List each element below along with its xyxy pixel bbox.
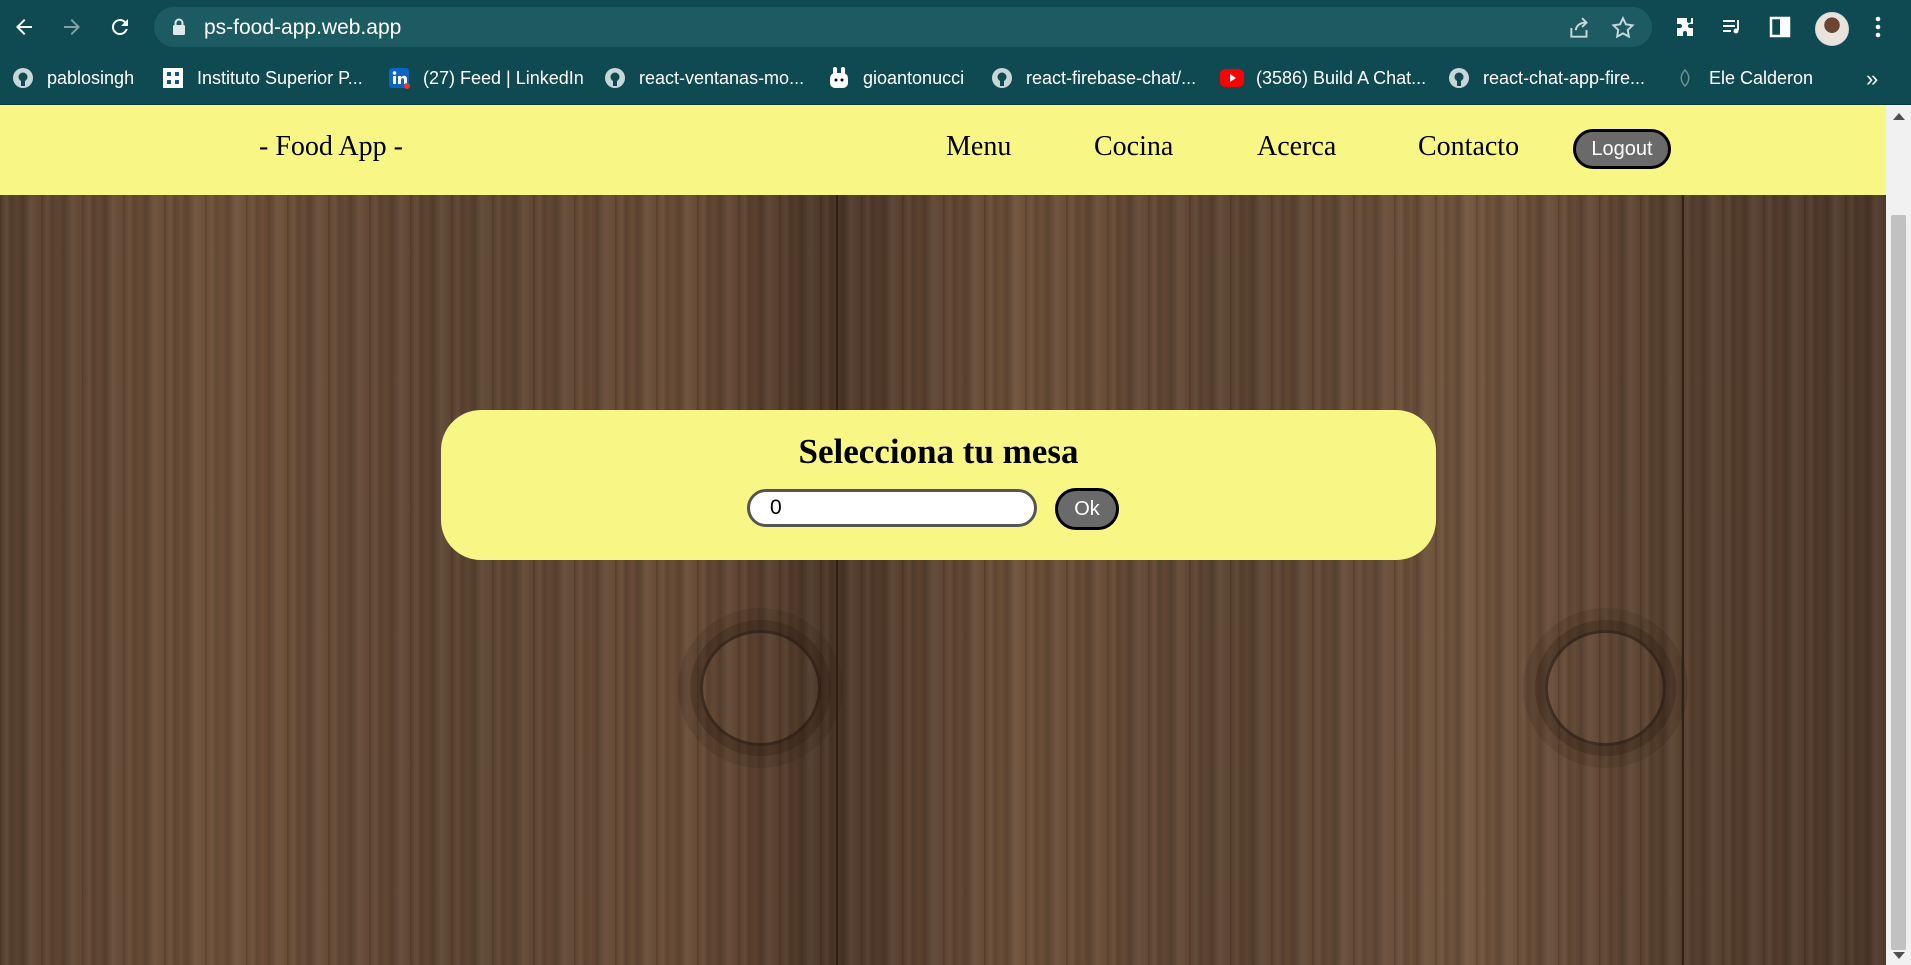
bookmark-label: (3586) Build A Chat... (1256, 67, 1427, 88)
scroll-down-arrow-icon[interactable] (1893, 952, 1905, 959)
app-navbar: - Food App - Menu Cocina Acerca Contacto… (0, 105, 1886, 195)
bookmark-label: pablosingh (47, 67, 135, 88)
github-icon (990, 66, 1014, 90)
wood-knot (700, 630, 821, 746)
table-number-input[interactable] (747, 489, 1037, 527)
github-icon (11, 66, 35, 90)
reload-icon (111, 19, 128, 36)
bookmarks-bar: pablosingh Instituto Superior P... (27) … (0, 54, 1911, 105)
table-select-card: Selecciona tu mesa Ok (441, 410, 1436, 560)
bookmarks-overflow-button[interactable]: » (1866, 66, 1878, 92)
bookmark-label: react-ventanas-mo... (639, 67, 805, 88)
bookmark-item[interactable]: react-ventanas-mo... (603, 63, 804, 93)
linkedin-icon (387, 66, 411, 90)
browser-menu-button[interactable] (1863, 12, 1893, 42)
nav-link-acerca[interactable]: Acerca (1257, 131, 1336, 163)
brand-logo-text: - Food App - (259, 131, 403, 162)
nav-link-cocina[interactable]: Cocina (1094, 131, 1173, 163)
puzzle-icon (1677, 18, 1693, 36)
back-button[interactable] (9, 12, 39, 42)
youtube-icon (1220, 66, 1244, 90)
bookmark-item[interactable]: react-chat-app-fire... (1447, 63, 1645, 93)
github-icon (603, 66, 627, 90)
bookmark-item[interactable]: pablosingh (11, 63, 134, 93)
share-icon[interactable] (1567, 15, 1593, 41)
arrow-left-icon (16, 19, 32, 35)
extensions-button[interactable] (1671, 12, 1701, 42)
bookmark-star-icon[interactable] (1610, 15, 1636, 41)
bookmark-label: gioantonucci (863, 67, 965, 88)
lock-icon (173, 18, 185, 35)
github-icon (1447, 66, 1471, 90)
leaf-icon (1673, 66, 1697, 90)
nav-link-contacto[interactable]: Contacto (1418, 131, 1519, 163)
side-panel-icon (1769, 16, 1791, 38)
bookmark-item[interactable]: (3586) Build A Chat... (1220, 63, 1426, 93)
page-background: - Food App - Menu Cocina Acerca Contacto… (0, 105, 1886, 965)
bookmark-label: Instituto Superior P... (197, 67, 363, 88)
wood-knot (1545, 630, 1666, 746)
bookmark-label: (27) Feed | LinkedIn (423, 67, 584, 88)
bunny-icon (827, 66, 851, 90)
bookmark-item[interactable]: gioantonucci (827, 63, 964, 93)
bookmark-item[interactable]: (27) Feed | LinkedIn (387, 63, 584, 93)
profile-avatar[interactable] (1815, 12, 1849, 46)
ok-button[interactable]: Ok (1055, 488, 1119, 530)
institute-icon (161, 66, 185, 90)
scroll-up-arrow-icon[interactable] (1893, 113, 1905, 120)
forward-button[interactable] (57, 12, 87, 42)
scroll-thumb[interactable] (1891, 215, 1906, 950)
bookmark-item[interactable]: Instituto Superior P... (161, 63, 363, 93)
address-bar[interactable]: ps-food-app.web.app (154, 7, 1652, 47)
bookmark-label: Ele Calderon (1709, 67, 1814, 88)
logout-button[interactable]: Logout (1573, 129, 1671, 169)
side-panel-button[interactable] (1765, 12, 1795, 42)
media-control-button[interactable] (1717, 12, 1747, 42)
address-url: ps-food-app.web.app (204, 16, 402, 39)
bookmark-item[interactable]: Ele Calderon (1673, 63, 1813, 93)
kebab-menu-icon (1875, 16, 1881, 38)
table-select-title: Selecciona tu mesa (798, 432, 1079, 471)
page-scrollbar[interactable] (1886, 105, 1911, 965)
bookmark-item[interactable]: react-firebase-chat/... (990, 63, 1196, 93)
nav-link-menu[interactable]: Menu (946, 131, 1011, 163)
playlist-icon (1723, 20, 1739, 34)
bookmark-label: react-firebase-chat/... (1026, 67, 1197, 88)
bookmark-label: react-chat-app-fire... (1483, 67, 1646, 88)
reload-button[interactable] (105, 12, 135, 42)
browser-toolbar: ps-food-app.web.app (0, 0, 1911, 54)
wood-seam (1682, 105, 1684, 965)
arrow-right-icon (64, 19, 80, 35)
